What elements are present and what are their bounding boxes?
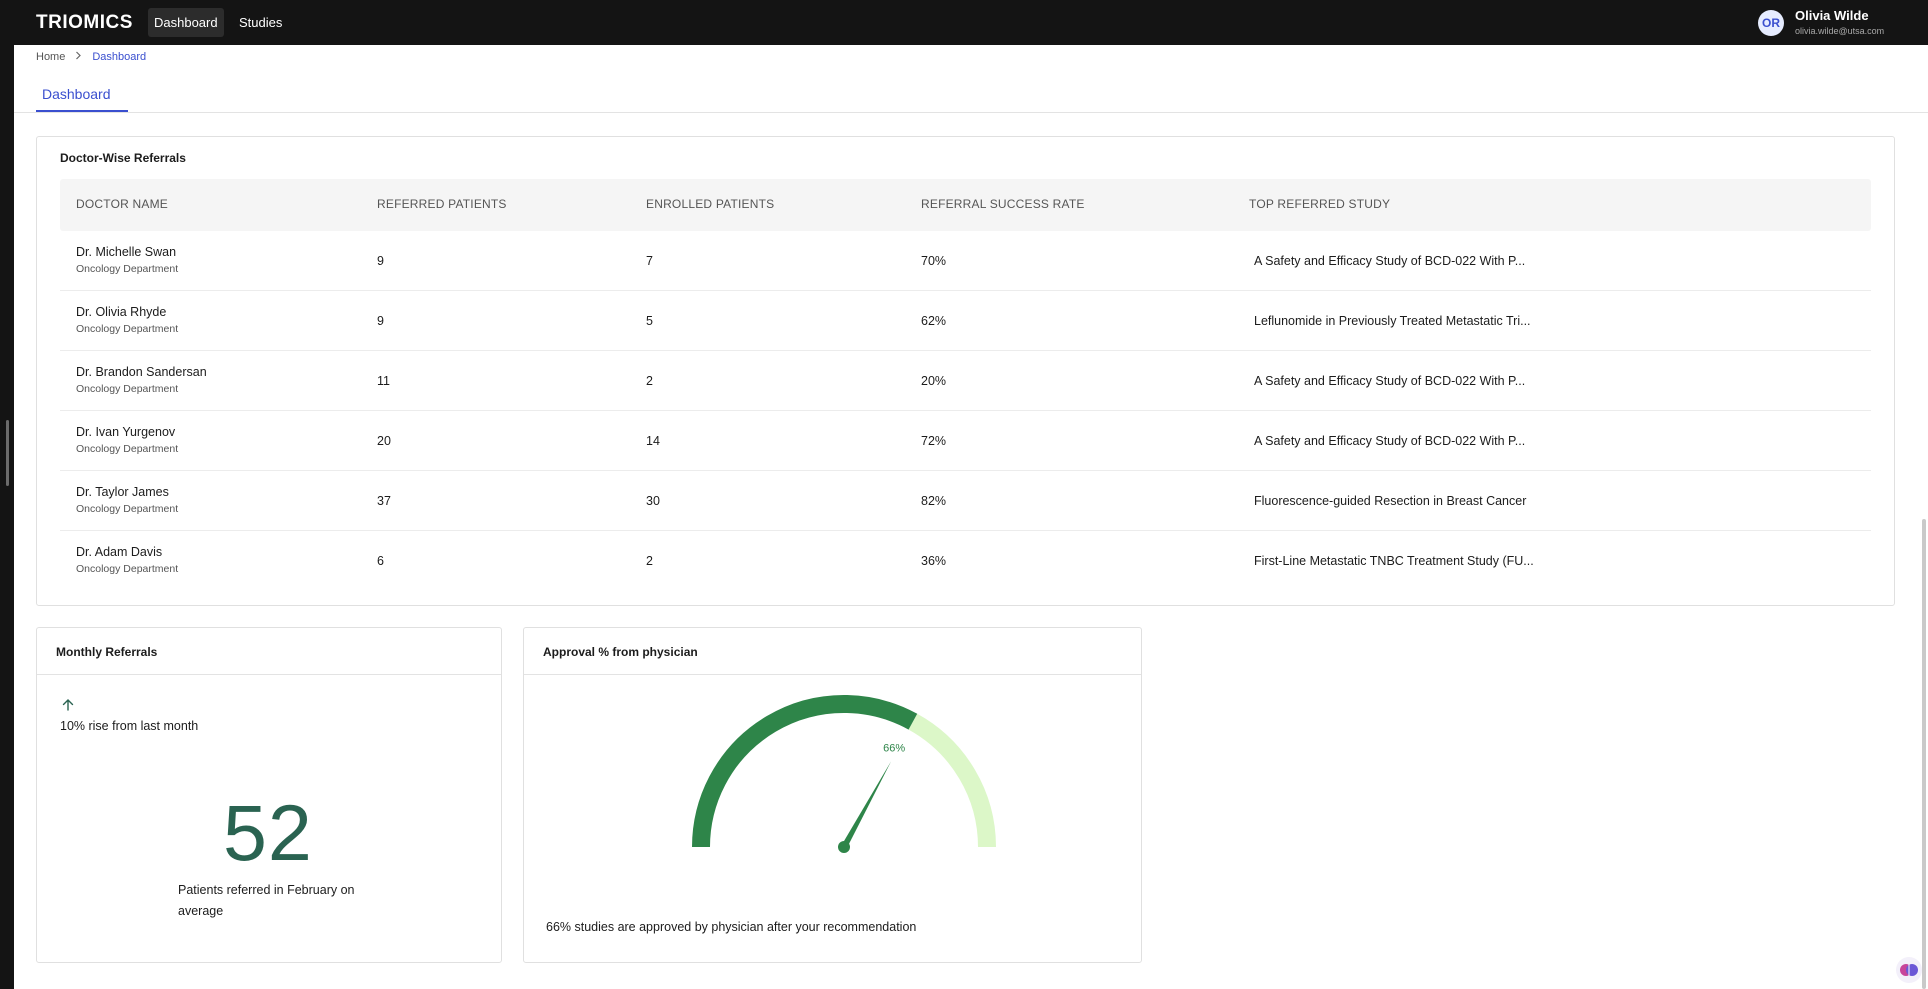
card-header: Monthly Referrals: [37, 628, 501, 675]
doctor-name: Dr. Michelle Swan: [76, 245, 177, 259]
gauge-remaining-arc: [908, 713, 996, 848]
arrow-up-icon: [62, 699, 74, 711]
success-rate: 36%: [921, 554, 947, 568]
trend-text: 10% rise from last month: [60, 719, 199, 733]
doctor-department: Oncology Department: [76, 263, 179, 275]
approval-gauge: 66%: [692, 695, 996, 853]
user-name: Olivia Wilde: [1795, 8, 1869, 23]
page-scrollbar[interactable]: [1920, 45, 1928, 989]
doctor-name: Dr. Taylor James: [76, 485, 169, 499]
monthly-referral-count: 52: [223, 788, 313, 877]
gauge-value-label: 66%: [883, 743, 905, 755]
nav-studies[interactable]: Studies: [233, 8, 288, 37]
referred-count: 9: [377, 254, 384, 268]
referred-count: 6: [377, 554, 384, 568]
gauge-hub: [838, 841, 850, 853]
doctor-name: Dr. Olivia Rhyde: [76, 305, 167, 319]
top-study[interactable]: Leflunomide in Previously Treated Metast…: [1254, 314, 1554, 328]
enrolled-count: 14: [646, 434, 660, 448]
card-title: Monthly Referrals: [56, 645, 158, 659]
doctor-department: Oncology Department: [76, 443, 179, 455]
doctor-name: Dr. Adam Davis: [76, 545, 163, 559]
success-rate: 82%: [921, 494, 947, 508]
chevron-right-icon: [75, 51, 82, 63]
user-email: olivia.wilde@utsa.com: [1795, 26, 1885, 36]
column-header-referred: REFERRED PATIENTS: [377, 197, 507, 211]
referred-count: 37: [377, 494, 391, 508]
table-row[interactable]: Dr. Michelle Swan Oncology Department 9 …: [60, 231, 1871, 291]
column-header-success-rate: REFERRAL SUCCESS RATE: [921, 197, 1085, 211]
gauge-needle: [841, 761, 892, 849]
card-title: Doctor-Wise Referrals: [60, 151, 186, 165]
card-title: Approval % from physician: [543, 645, 698, 659]
doctor-department: Oncology Department: [76, 503, 179, 515]
doctor-referrals-card: Doctor-Wise Referrals DOCTOR NAME REFERR…: [36, 136, 1895, 606]
doctor-department: Oncology Department: [76, 563, 179, 575]
success-rate: 72%: [921, 434, 947, 448]
referred-count: 9: [377, 314, 384, 328]
success-rate: 62%: [921, 314, 947, 328]
avatar[interactable]: OR: [1758, 10, 1784, 36]
table-row[interactable]: Dr. Taylor James Oncology Department 37 …: [60, 471, 1871, 531]
success-rate: 70%: [921, 254, 947, 268]
scrollbar-thumb[interactable]: [1922, 519, 1926, 989]
table-header: DOCTOR NAME REFERRED PATIENTS ENROLLED P…: [60, 179, 1871, 231]
resize-handle[interactable]: [6, 420, 9, 486]
success-rate: 20%: [921, 374, 947, 388]
top-study[interactable]: A Safety and Efficacy Study of BCD-022 W…: [1254, 254, 1554, 268]
doctor-department: Oncology Department: [76, 383, 179, 395]
approval-caption: 66% studies are approved by physician af…: [546, 920, 917, 934]
monthly-referral-caption: Patients referred in February on average: [178, 883, 355, 918]
user-menu[interactable]: OR Olivia Wilde olivia.wilde@utsa.com: [1758, 8, 1890, 38]
breadcrumb: Home Dashboard: [36, 51, 146, 63]
breadcrumb-home[interactable]: Home: [36, 51, 65, 63]
tab-bar: Dashboard: [14, 86, 1928, 113]
referred-count: 20: [377, 434, 391, 448]
column-header-top-study: TOP REFERRED STUDY: [1249, 197, 1391, 211]
doctor-department: Oncology Department: [76, 323, 179, 335]
enrolled-count: 30: [646, 494, 660, 508]
monthly-referrals-card: Monthly Referrals 10% rise from last mon…: [36, 627, 502, 963]
card-header: Approval % from physician: [524, 628, 1141, 675]
gauge-filled-arc: [692, 695, 918, 848]
enrolled-count: 2: [646, 374, 653, 388]
enrolled-count: 5: [646, 314, 653, 328]
table-row[interactable]: Dr. Adam Davis Oncology Department 6 2 3…: [60, 531, 1871, 591]
nav-dashboard[interactable]: Dashboard: [148, 8, 224, 37]
table-row[interactable]: Dr. Ivan Yurgenov Oncology Department 20…: [60, 411, 1871, 471]
column-header-doctor: DOCTOR NAME: [76, 197, 168, 211]
referred-count: 11: [377, 374, 390, 388]
approval-card: Approval % from physician 66% 66% studie…: [523, 627, 1142, 963]
assistant-brain-icon[interactable]: [1896, 957, 1922, 983]
top-study[interactable]: Fluorescence-guided Resection in Breast …: [1254, 494, 1554, 508]
enrolled-count: 7: [646, 254, 653, 268]
breadcrumb-current[interactable]: Dashboard: [92, 51, 146, 63]
tab-dashboard[interactable]: Dashboard: [36, 86, 128, 112]
left-window-edge: [0, 0, 14, 989]
top-study[interactable]: A Safety and Efficacy Study of BCD-022 W…: [1254, 374, 1554, 388]
column-header-enrolled: ENROLLED PATIENTS: [646, 197, 775, 211]
enrolled-count: 2: [646, 554, 653, 568]
top-study[interactable]: First-Line Metastatic TNBC Treatment Stu…: [1254, 554, 1554, 568]
doctor-name: Dr. Brandon Sandersan: [76, 365, 207, 379]
table-row[interactable]: Dr. Olivia Rhyde Oncology Department 9 5…: [60, 291, 1871, 351]
doctor-name: Dr. Ivan Yurgenov: [76, 425, 176, 439]
top-study[interactable]: A Safety and Efficacy Study of BCD-022 W…: [1254, 434, 1554, 448]
app-logo[interactable]: TRIOMICS: [36, 12, 133, 34]
top-nav-bar: TRIOMICS Dashboard Studies OR Olivia Wil…: [0, 0, 1928, 45]
table-row[interactable]: Dr. Brandon Sandersan Oncology Departmen…: [60, 351, 1871, 411]
